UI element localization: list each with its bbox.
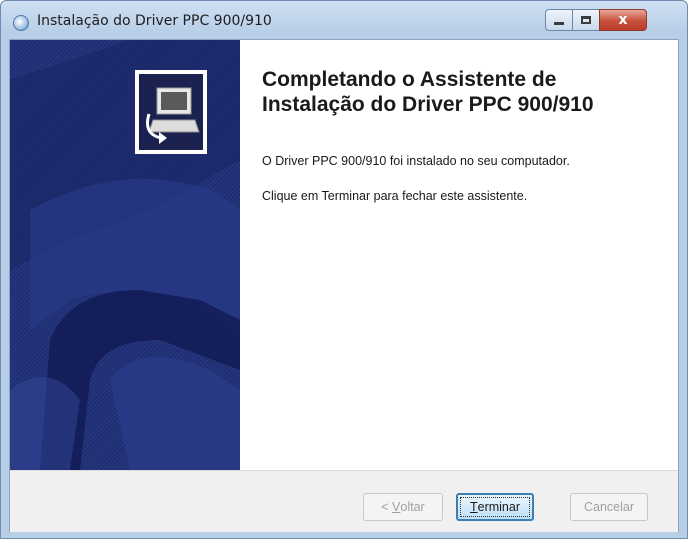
- back-button-prefix: <: [381, 500, 393, 514]
- close-button[interactable]: x: [599, 9, 647, 31]
- back-button[interactable]: < Voltar: [363, 493, 443, 521]
- installer-logo: [135, 70, 207, 154]
- finish-instruction: Clique em Terminar para fechar este assi…: [262, 189, 528, 203]
- wizard-content: Completando o Assistente de Instalação d…: [250, 40, 675, 470]
- finish-button-mnemonic: T: [469, 500, 478, 514]
- minimize-button[interactable]: [545, 9, 573, 31]
- window-title: Instalação do Driver PPC 900/910: [37, 13, 272, 29]
- maximize-icon: [573, 10, 599, 30]
- cancel-button[interactable]: Cancelar: [570, 493, 648, 521]
- maximize-button[interactable]: [572, 9, 600, 31]
- back-button-mnemonic: V: [392, 500, 401, 514]
- wizard-heading: Completando o Assistente de Instalação d…: [262, 68, 594, 116]
- cancel-button-label: Cancelar: [583, 500, 635, 514]
- wizard-side-banner: [10, 40, 240, 470]
- wizard-client-area: Completando o Assistente de Instalação d…: [9, 39, 679, 532]
- finish-button[interactable]: Terminar: [456, 493, 534, 521]
- minimize-icon: [546, 10, 572, 30]
- title-bar[interactable]: Instalação do Driver PPC 900/910 x: [1, 1, 687, 39]
- back-button-label: oltar: [400, 500, 425, 514]
- installed-message: O Driver PPC 900/910 foi instalado no se…: [262, 154, 570, 168]
- close-icon: x: [618, 12, 628, 28]
- installer-app-icon: [13, 15, 29, 31]
- wizard-button-bar: < Voltar Terminar Cancelar: [10, 470, 678, 532]
- installer-window: Instalação do Driver PPC 900/910 x Compl…: [0, 0, 688, 539]
- finish-button-label: erminar: [477, 500, 520, 514]
- computer-install-icon: [139, 74, 203, 150]
